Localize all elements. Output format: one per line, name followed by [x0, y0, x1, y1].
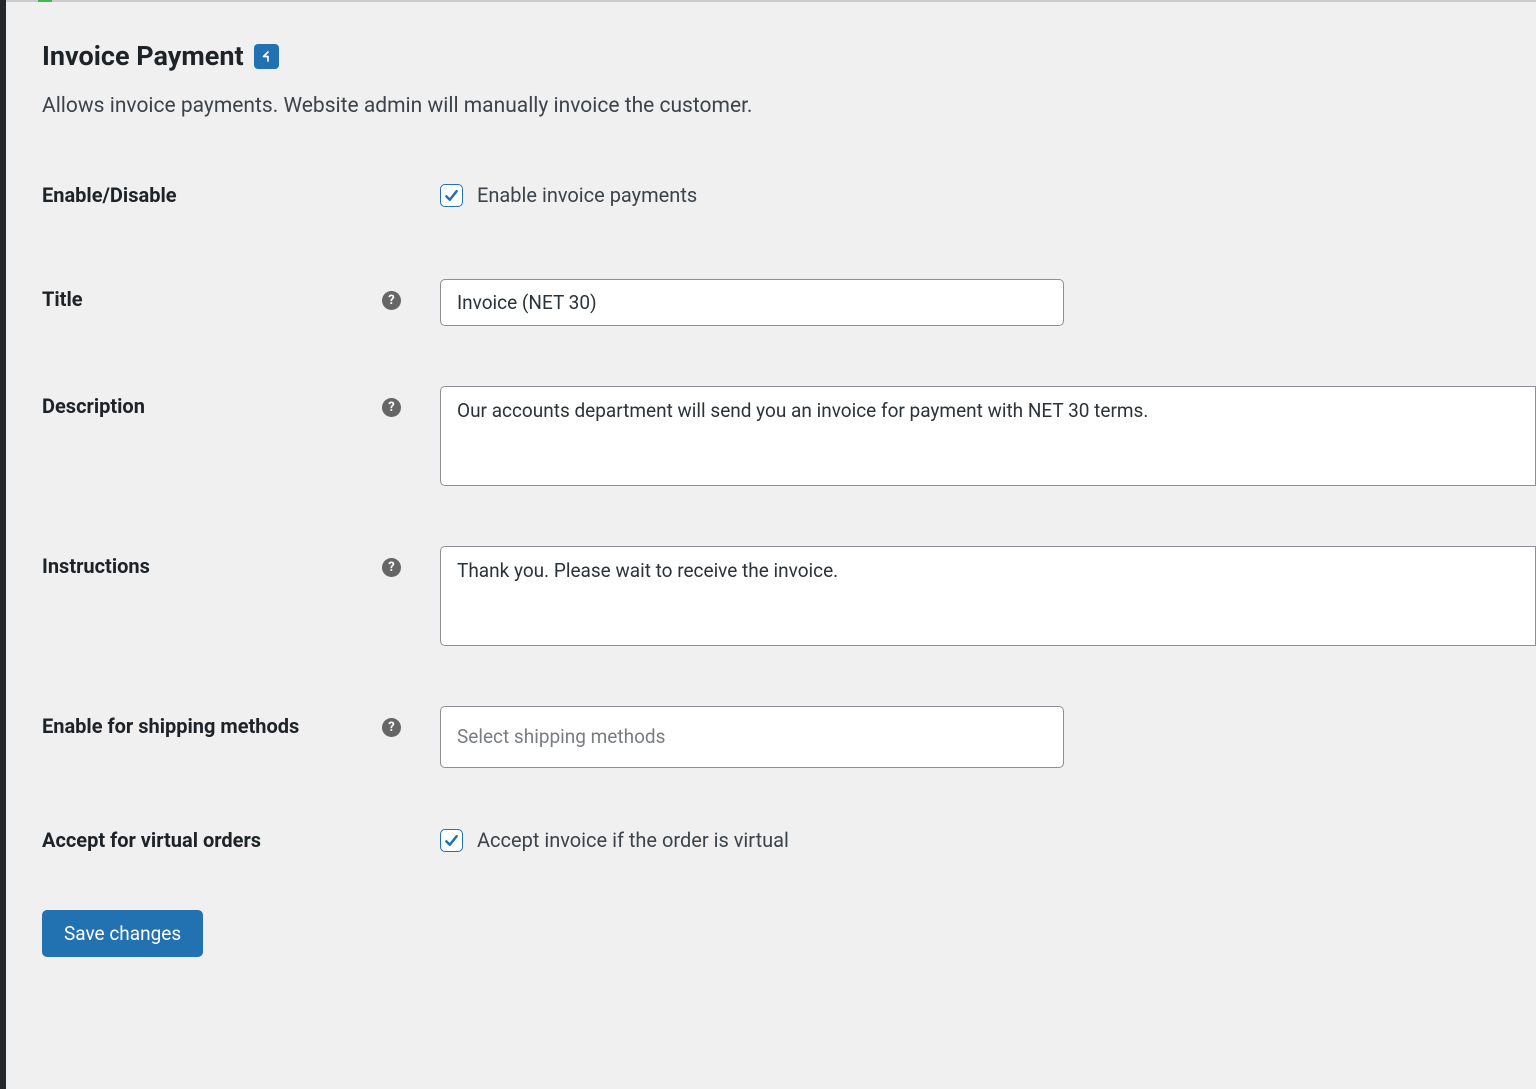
save-button[interactable]: Save changes: [42, 910, 203, 957]
title-input[interactable]: [440, 279, 1064, 326]
help-icon[interactable]: ?: [382, 398, 401, 417]
enable-checkbox-label: Enable invoice payments: [477, 183, 697, 207]
check-icon: [443, 832, 460, 849]
label-title: Title: [42, 279, 382, 311]
row-virtual-orders: Accept for virtual orders Accept invoice…: [42, 828, 1536, 852]
row-title: Title ?: [42, 279, 1536, 326]
save-row: Save changes: [42, 910, 1536, 957]
help-icon[interactable]: ?: [382, 558, 401, 577]
description-textarea[interactable]: [440, 386, 1536, 486]
settings-form: Enable/Disable Enable invoice payments T…: [42, 183, 1536, 957]
virtual-orders-checkbox-wrapper[interactable]: Accept invoice if the order is virtual: [440, 828, 789, 852]
virtual-orders-checkbox[interactable]: [440, 829, 463, 852]
shipping-methods-select[interactable]: Select shipping methods: [440, 706, 1064, 768]
row-enable-disable: Enable/Disable Enable invoice payments: [42, 183, 1536, 207]
label-shipping-methods: Enable for shipping methods: [42, 706, 382, 738]
back-icon[interactable]: [254, 44, 279, 69]
enable-checkbox[interactable]: [440, 184, 463, 207]
page-subtitle: Allows invoice payments. Website admin w…: [42, 94, 1536, 118]
page-title: Invoice Payment: [42, 40, 244, 72]
virtual-orders-checkbox-label: Accept invoice if the order is virtual: [477, 828, 789, 852]
label-instructions: Instructions: [42, 546, 382, 578]
instructions-textarea[interactable]: [440, 546, 1536, 646]
page-title-row: Invoice Payment: [42, 40, 1536, 72]
enable-checkbox-wrapper[interactable]: Enable invoice payments: [440, 183, 697, 207]
help-icon[interactable]: ?: [382, 718, 401, 737]
label-description: Description: [42, 386, 382, 418]
label-enable-disable: Enable/Disable: [42, 183, 382, 207]
row-shipping-methods: Enable for shipping methods ? Select shi…: [42, 706, 1536, 768]
check-icon: [443, 187, 460, 204]
help-icon[interactable]: ?: [382, 291, 401, 310]
row-description: Description ?: [42, 386, 1536, 486]
settings-content: Invoice Payment Allows invoice payments.…: [6, 2, 1536, 1089]
row-instructions: Instructions ?: [42, 546, 1536, 646]
label-virtual-orders: Accept for virtual orders: [42, 828, 382, 852]
